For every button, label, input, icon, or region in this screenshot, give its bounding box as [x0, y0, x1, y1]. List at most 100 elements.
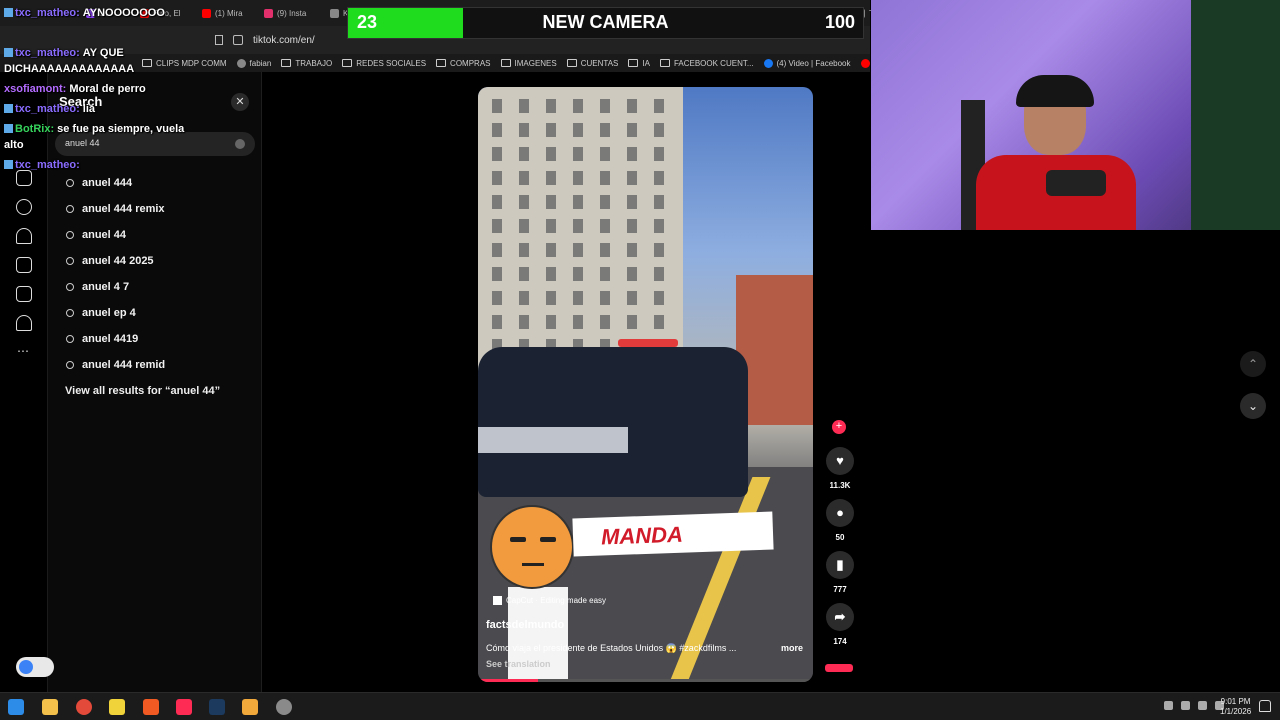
tiktok-icon[interactable]	[176, 699, 192, 715]
building-window	[519, 315, 529, 329]
search-suggestion[interactable]: anuel 444 remix	[66, 196, 256, 222]
cartoon-mouth	[522, 563, 544, 566]
save-button[interactable]: ▮ 777	[824, 551, 856, 594]
bot-widget[interactable]	[16, 657, 54, 677]
file-explorer-icon[interactable]	[42, 699, 58, 715]
suggestion-text[interactable]: anuel 44	[82, 229, 126, 241]
chat-text: alto	[4, 139, 24, 151]
settings-icon[interactable]	[276, 699, 292, 715]
search-suggestion[interactable]: anuel 444 remid	[66, 352, 256, 378]
suggestion-text[interactable]: anuel 4419	[82, 333, 138, 345]
bookmark-label: REDES SOCIALES	[356, 58, 427, 68]
streamer-cap	[1016, 75, 1094, 107]
search-suggestion[interactable]: anuel ep 4	[66, 300, 256, 326]
building-window	[627, 315, 637, 329]
search-suggestion[interactable]: anuel 4419	[66, 326, 256, 352]
volume-icon[interactable]	[1198, 701, 1207, 710]
clock[interactable]: 9:01 PM 1/1/2026	[1220, 697, 1251, 717]
brave-icon[interactable]	[143, 699, 159, 715]
police-lightbar	[618, 339, 678, 347]
live-icon[interactable]	[16, 257, 32, 273]
comment-button[interactable]: ● 50	[824, 499, 856, 542]
video-author[interactable]: factsdelmundo	[486, 619, 564, 631]
clock-time[interactable]: 9:01 PM	[1220, 697, 1251, 707]
bookmark-item[interactable]: IA	[628, 59, 650, 68]
home-icon[interactable]	[16, 170, 32, 186]
like-button[interactable]: ♥ 11.3K	[824, 447, 856, 490]
microphone-icon[interactable]	[1181, 701, 1190, 710]
chat-message: txc_matheo: lia	[4, 102, 95, 116]
bookmark-icon[interactable]	[215, 35, 223, 45]
explore-icon[interactable]	[16, 199, 32, 215]
building-window	[573, 267, 583, 281]
steam-icon[interactable]	[209, 699, 225, 715]
profile-icon[interactable]	[16, 315, 32, 331]
app-icon[interactable]	[242, 699, 258, 715]
suggestion-text[interactable]: anuel 444 remix	[82, 203, 165, 215]
share-button[interactable]: ➦ 174	[824, 603, 856, 646]
building-window	[600, 291, 610, 305]
url-text[interactable]: tiktok.com/en/	[253, 35, 315, 46]
building-window	[600, 99, 610, 113]
search-query-text[interactable]: anuel 44	[65, 138, 100, 148]
heart-icon[interactable]: ♥	[826, 447, 854, 475]
more-icon[interactable]: ⋯	[17, 344, 29, 358]
video-progress-bar[interactable]	[478, 679, 813, 682]
close-search-button[interactable]: ✕	[231, 93, 249, 111]
browser-tab[interactable]: (1) Mira	[196, 2, 253, 24]
follow-plus-button[interactable]: +	[832, 420, 846, 434]
clear-search-icon[interactable]	[235, 139, 245, 149]
see-translation-link[interactable]: See translation	[486, 659, 551, 669]
suggestion-text[interactable]: anuel 44 2025	[82, 255, 154, 267]
bookmark-save-icon[interactable]: ▮	[826, 551, 854, 579]
chevron-up-icon[interactable]	[1164, 701, 1173, 710]
bookmark-item[interactable]: CUENTAS	[566, 59, 618, 68]
music-disc[interactable]	[825, 664, 853, 672]
notification-icon[interactable]	[1259, 700, 1271, 712]
next-video-button[interactable]: ⌄	[1240, 393, 1266, 419]
suggestion-text[interactable]: anuel 444	[82, 177, 132, 189]
suggestion-text[interactable]: anuel ep 4	[82, 307, 136, 319]
building-window	[654, 99, 664, 113]
suggestion-text[interactable]: anuel 444 remid	[82, 359, 165, 371]
capcut-tag[interactable]: CapCut · Editing made easy	[493, 596, 606, 605]
share-icon[interactable]: ➦	[826, 603, 854, 631]
bookmark-item[interactable]: fabian	[236, 58, 271, 68]
caption-more-button[interactable]: more	[781, 643, 803, 653]
search-icon	[66, 257, 74, 265]
bookmark-item[interactable]: (3) Jingle Pun	[860, 58, 871, 68]
bookmark-item[interactable]: (4) Video | Facebook	[763, 58, 851, 68]
upload-icon[interactable]	[16, 286, 32, 302]
comment-icon[interactable]: ●	[826, 499, 854, 527]
bookmark-item[interactable]: COMPRAS	[436, 59, 491, 68]
search-suggestion[interactable]: anuel 4 7	[66, 274, 256, 300]
system-tray[interactable]	[1164, 701, 1224, 710]
bookmark-item[interactable]: CLIPS MDP COMM	[142, 59, 227, 68]
search-suggestion[interactable]: anuel 444	[66, 170, 256, 196]
chrome-icon[interactable]	[76, 699, 92, 715]
search-suggestion[interactable]: anuel 44	[66, 222, 256, 248]
clock-date[interactable]: 1/1/2026	[1220, 707, 1251, 717]
browser-tab[interactable]: (9) Insta	[258, 2, 316, 24]
bookmark-item[interactable]: TRABAJO	[281, 59, 332, 68]
suggestion-text[interactable]: anuel 4 7	[82, 281, 129, 293]
bookmark-item[interactable]: FACEBOOK CUENT...	[659, 59, 754, 68]
cartoon-face	[490, 505, 574, 589]
chat-username: txc_matheo:	[15, 159, 80, 171]
bookmark-item[interactable]: IMAGENES	[500, 59, 557, 68]
search-icon	[66, 205, 74, 213]
building-window	[546, 99, 556, 113]
site-info-icon[interactable]	[233, 35, 243, 45]
sticky-app-icon[interactable]	[109, 699, 125, 715]
video-player[interactable]: MANDA CapCut · Editing made easy factsde…	[478, 87, 813, 682]
following-icon[interactable]	[16, 228, 32, 244]
building-window	[492, 171, 502, 185]
start-icon[interactable]	[8, 699, 24, 715]
chat-text: se fue pa siempre, vuela	[57, 123, 185, 135]
building-window	[492, 315, 502, 329]
previous-video-button[interactable]: ⌃	[1240, 351, 1266, 377]
microphone	[1046, 170, 1106, 196]
bookmark-item[interactable]: REDES SOCIALES	[342, 59, 426, 68]
view-all-results-link[interactable]: View all results for “anuel 44”	[65, 385, 220, 397]
search-suggestion[interactable]: anuel 44 2025	[66, 248, 256, 274]
